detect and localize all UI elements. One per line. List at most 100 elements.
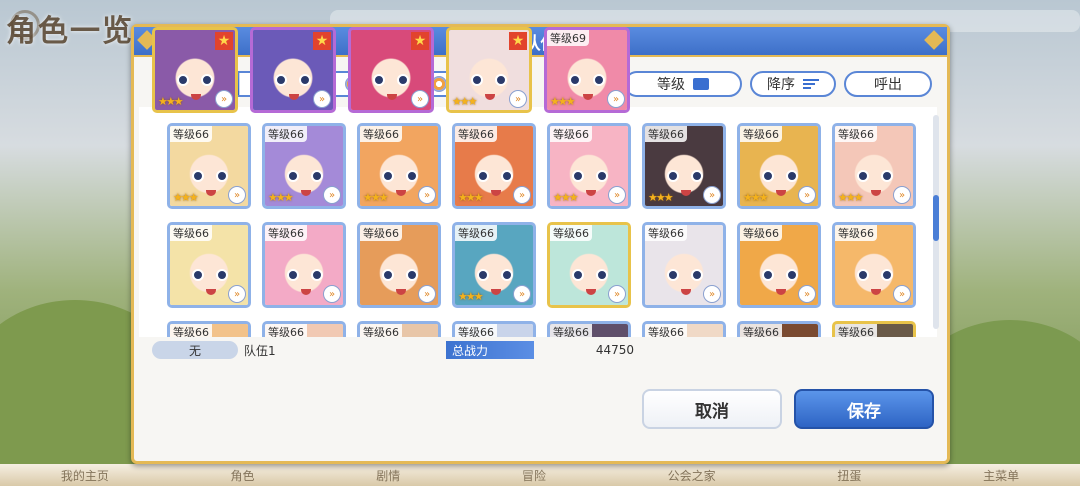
- character-card[interactable]: 等级66 ★★★ »: [832, 123, 916, 209]
- sort-order-button[interactable]: 降序: [750, 71, 836, 97]
- character-card[interactable]: 等级66»: [642, 321, 726, 337]
- favorite-star-icon: ★: [313, 32, 331, 50]
- position-chevron-icon: »: [893, 285, 911, 303]
- team-leader-chip: 无: [152, 341, 238, 359]
- character-level: 等级66: [455, 225, 497, 241]
- character-card[interactable]: 等级66 ★★★ »: [167, 123, 251, 209]
- portrait-eye: [287, 269, 299, 281]
- window-icon: [693, 78, 709, 90]
- portrait-eye: [382, 170, 394, 182]
- star-rating: ★★★: [268, 191, 294, 204]
- character-card[interactable]: ★★★ » ★: [152, 27, 238, 113]
- character-card[interactable]: 等级66»: [262, 222, 346, 308]
- portrait-eye: [501, 170, 513, 182]
- character-card[interactable]: 等级69 ★★★ »: [544, 27, 630, 113]
- star-rating: ★★★: [553, 191, 579, 204]
- bottom-nav-item[interactable]: 冒险: [522, 467, 546, 484]
- position-chevron-icon: »: [798, 186, 816, 204]
- character-card[interactable]: 等级66»: [547, 222, 631, 308]
- cancel-label: 取消: [695, 401, 729, 422]
- character-card[interactable]: 等级66 ★★★ »: [357, 123, 441, 209]
- character-level: 等级66: [835, 324, 877, 337]
- portrait-eye: [857, 269, 869, 281]
- portrait-eye: [406, 170, 418, 182]
- position-chevron-icon: »: [418, 186, 436, 204]
- save-label: 保存: [847, 401, 881, 422]
- corner-ornament-icon: [924, 30, 944, 50]
- portrait-eye: [572, 170, 584, 182]
- character-level: 等级66: [360, 324, 402, 337]
- character-level: 等级66: [360, 126, 402, 142]
- call-button[interactable]: 呼出: [844, 71, 932, 97]
- position-chevron-icon: »: [215, 90, 233, 108]
- character-card[interactable]: 等级66 ★★★ »: [547, 123, 631, 209]
- character-roster-grid[interactable]: 等级66 ★★★ » 等级66 ★★★ » 等级66 ★★★ » 等级66 ★★★ » 等级66 ★★★ »…: [139, 107, 937, 337]
- portrait-eye: [216, 269, 228, 281]
- character-card[interactable]: 等级66»: [452, 321, 536, 337]
- portrait-eye: [477, 170, 489, 182]
- character-card[interactable]: » ★: [348, 27, 434, 113]
- star-rating: ★★★: [458, 191, 484, 204]
- bottom-nav-item[interactable]: 我的主页: [61, 467, 109, 484]
- position-chevron-icon: »: [608, 186, 626, 204]
- portrait-eye: [786, 269, 798, 281]
- cancel-button[interactable]: 取消: [642, 389, 782, 429]
- sort-order-label: 降序: [767, 77, 795, 93]
- character-level: 等级66: [740, 225, 782, 241]
- character-card[interactable]: 等级66»: [832, 222, 916, 308]
- bottom-nav-item[interactable]: 扭蛋: [837, 467, 861, 484]
- roster-scroll-thumb[interactable]: [933, 195, 939, 241]
- position-chevron-icon: »: [703, 186, 721, 204]
- character-level: 等级66: [170, 225, 212, 241]
- portrait-eye: [201, 74, 213, 86]
- character-card[interactable]: 等级66»: [167, 222, 251, 308]
- portrait-eye: [406, 269, 418, 281]
- bottom-nav-item[interactable]: 主菜单: [983, 467, 1019, 484]
- character-card[interactable]: 等级66»: [737, 222, 821, 308]
- power-value: 44750: [544, 341, 634, 359]
- character-card[interactable]: » ★: [250, 27, 336, 113]
- star-rating: ★★★: [158, 95, 184, 108]
- portrait-eye: [311, 269, 323, 281]
- portrait-eye: [471, 74, 483, 86]
- portrait-eye: [786, 170, 798, 182]
- character-card[interactable]: 等级66 ★★★ »: [642, 123, 726, 209]
- portrait-eye: [881, 170, 893, 182]
- sort-lines-icon: [803, 79, 819, 89]
- character-card[interactable]: 等级66 ★★★ »: [452, 123, 536, 209]
- portrait-eye: [373, 74, 385, 86]
- character-card[interactable]: 等级66»: [357, 321, 441, 337]
- character-card[interactable]: 等级66»: [642, 222, 726, 308]
- bottom-nav-item[interactable]: 剧情: [376, 467, 400, 484]
- character-card[interactable]: 等级66»: [357, 222, 441, 308]
- save-button[interactable]: 保存: [794, 389, 934, 429]
- character-level: 等级66: [455, 324, 497, 337]
- character-card[interactable]: 等级66»: [262, 321, 346, 337]
- character-card[interactable]: 等级66 ★★★ »: [737, 123, 821, 209]
- position-chevron-icon: »: [509, 90, 527, 108]
- position-chevron-icon: »: [313, 90, 331, 108]
- star-rating: ★★★: [550, 95, 576, 108]
- position-chevron-icon: »: [703, 285, 721, 303]
- favorite-star-icon: ★: [411, 32, 429, 50]
- character-card[interactable]: 等级66»: [167, 321, 251, 337]
- portrait-eye: [572, 269, 584, 281]
- character-card[interactable]: 等级66 ★★★ »: [452, 222, 536, 308]
- character-card[interactable]: ★★★ » ★: [446, 27, 532, 113]
- character-card[interactable]: 等级66 ★★★ »: [262, 123, 346, 209]
- character-card[interactable]: 等级66»: [737, 321, 821, 337]
- position-chevron-icon: »: [513, 285, 531, 303]
- portrait-eye: [287, 170, 299, 182]
- character-level: 等级66: [170, 324, 212, 337]
- portrait-eye: [762, 170, 774, 182]
- position-chevron-icon: »: [418, 285, 436, 303]
- bottom-nav-item[interactable]: 角色: [231, 467, 255, 484]
- character-level: 等级66: [645, 324, 687, 337]
- character-card[interactable]: 等级66»: [547, 321, 631, 337]
- character-card[interactable]: 等级66»: [832, 321, 916, 337]
- sort-field-button[interactable]: 等级: [624, 71, 742, 97]
- bottom-nav-item[interactable]: 公会之家: [668, 467, 716, 484]
- favorite-star-icon: ★: [509, 32, 527, 50]
- star-rating: ★★★: [838, 191, 864, 204]
- portrait-eye: [477, 269, 489, 281]
